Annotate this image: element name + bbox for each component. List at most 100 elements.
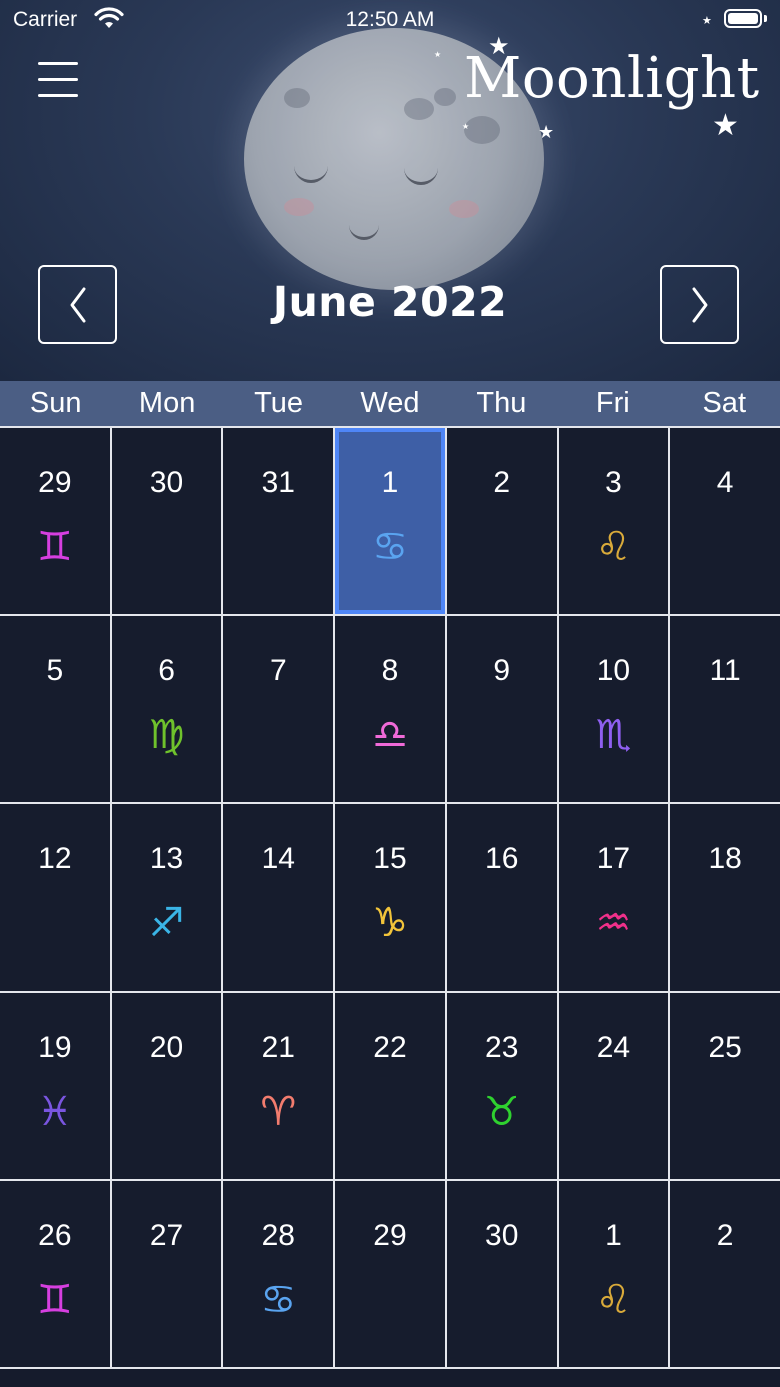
calendar-day-cell[interactable]: 30 [111, 428, 222, 615]
day-number: 7 [269, 654, 287, 688]
battery-icon [724, 9, 762, 28]
cancer-zodiac-icon: ♋ [260, 1276, 297, 1323]
calendar-day-cell[interactable]: 3 ♌ [558, 428, 669, 615]
day-number: 29 [373, 1218, 407, 1252]
weekday-header-row: Sun Mon Tue Wed Thu Fri Sat [0, 381, 780, 426]
day-number: 11 [709, 654, 741, 688]
calendar-day-cell[interactable]: 26 ♊ [0, 1180, 110, 1367]
day-number: 14 [261, 842, 295, 876]
weekday-label: Sun [29, 387, 82, 419]
day-number: 2 [716, 1218, 734, 1252]
calendar-day-cell[interactable]: 4 [670, 428, 780, 615]
day-number: 23 [485, 1030, 519, 1064]
day-number: 20 [149, 1030, 184, 1064]
pisces-zodiac-icon: ♓ [36, 1088, 73, 1135]
gemini-zodiac-icon: ♊ [36, 524, 73, 570]
day-number: 16 [485, 842, 519, 876]
calendar-day-cell[interactable]: 12 [0, 804, 110, 991]
capricorn-zodiac-icon: ♑ [372, 900, 408, 947]
weekday-label: Sat [702, 387, 746, 419]
calendar-day-cell[interactable]: 2 [670, 1180, 780, 1367]
calendar-day-cell[interactable]: 22 [335, 992, 445, 1179]
calendar-day-cell[interactable]: 19 ♓ [0, 992, 110, 1179]
calendar-day-cell[interactable]: 25 [670, 992, 780, 1179]
next-month-button[interactable] [660, 265, 739, 344]
day-number: 6 [158, 654, 175, 688]
star-icon: ★ [434, 50, 442, 59]
calendar-day-cell[interactable]: 1 ♌ [558, 1180, 669, 1367]
chevron-right-icon [692, 287, 707, 322]
day-number: 17 [596, 842, 631, 876]
star-icon: ★ [462, 122, 470, 131]
cancer-zodiac-icon: ♋ [372, 524, 408, 570]
day-number: 24 [596, 1030, 631, 1064]
day-number: 1 [605, 1218, 622, 1252]
weekday-label: Fri [595, 387, 630, 419]
calendar-day-cell[interactable]: 9 [446, 616, 557, 803]
clock: 12:50 AM [345, 8, 435, 31]
calendar-day-cell[interactable]: 13 ♐ [111, 804, 222, 991]
virgo-zodiac-icon: ♍ [148, 712, 185, 759]
day-number: 30 [485, 1218, 519, 1252]
status-bar: Carrier 12:50 AM [0, 0, 780, 40]
sagittarius-zodiac-icon: ♐ [148, 900, 185, 947]
calendar-day-cell[interactable]: 16 [446, 804, 557, 991]
calendar-day-cell[interactable]: 23 ♉ [446, 992, 557, 1179]
calendar-day-cell[interactable]: 1 ♋ [335, 428, 445, 615]
aquarius-zodiac-icon: ♒ [595, 900, 632, 947]
day-number: 31 [261, 466, 295, 499]
calendar-day-cell[interactable]: 29 [335, 1180, 445, 1367]
weekday-label: Wed [360, 387, 420, 419]
calendar-day-cell[interactable]: 15 ♑ [335, 804, 445, 991]
leo-zodiac-icon: ♌ [595, 1276, 632, 1323]
weekday-label: Mon [138, 387, 196, 419]
day-number: 1 [381, 466, 399, 499]
day-number: 18 [708, 842, 742, 876]
day-number: 9 [493, 654, 511, 688]
calendar-day-cell[interactable]: 7 [223, 616, 334, 803]
calendar-day-cell[interactable]: 6 ♍ [111, 616, 222, 803]
day-number: 25 [708, 1030, 742, 1064]
weekday-label: Tue [254, 387, 303, 419]
calendar-day-cell[interactable]: 5 [0, 616, 110, 803]
calendar-day-cell[interactable]: 18 [670, 804, 780, 991]
day-number: 19 [38, 1030, 72, 1064]
hamburger-menu-icon[interactable] [36, 58, 80, 100]
calendar-day-cell[interactable]: 14 [223, 804, 334, 991]
day-number: 28 [261, 1218, 295, 1252]
aries-zodiac-icon: ♈ [260, 1088, 297, 1135]
leo-zodiac-icon: ♌ [595, 524, 632, 570]
weekday-label: Thu [476, 387, 527, 419]
day-number: 27 [149, 1218, 184, 1252]
calendar-day-cell[interactable]: 17 ♒ [558, 804, 669, 991]
calendar-day-cell[interactable]: 10 ♏ [558, 616, 669, 803]
day-number: 10 [596, 654, 631, 688]
scorpio-zodiac-icon: ♏ [595, 712, 632, 759]
day-number: 26 [38, 1218, 72, 1252]
star-icon: ★ [538, 122, 555, 143]
day-number: 22 [373, 1030, 407, 1064]
calendar-day-cell[interactable]: 30 [446, 1180, 557, 1367]
calendar-day-cell[interactable]: 27 [111, 1180, 222, 1367]
calendar-day-cell[interactable]: 8 ♎ [335, 616, 445, 803]
taurus-zodiac-icon: ♉ [483, 1088, 520, 1135]
calendar-day-cell[interactable]: 28 ♋ [223, 1180, 334, 1367]
calendar-day-cell[interactable]: 31 [223, 428, 334, 615]
calendar-day-cell[interactable]: 21 ♈ [223, 992, 334, 1179]
day-number: 15 [373, 842, 407, 876]
calendar-day-cell[interactable]: 2 [446, 428, 557, 615]
calendar-day-cell[interactable]: 11 [670, 616, 780, 803]
calendar-day-cell[interactable]: 24 [558, 992, 669, 1179]
calendar-day-cell[interactable]: 20 [111, 992, 222, 1179]
calendar-grid: 29 ♊ 30 31 1 ♋ 2 3 ♌ 4 5 6 ♍ 7 8 ♎ 9 10 ♏ 11 12 13 ♐ 14 15 ♑ 16 17 ♒… [0, 426, 780, 1369]
day-number: 3 [605, 466, 622, 499]
calendar-day-cell[interactable]: 29 ♊ [0, 428, 110, 615]
day-number: 5 [46, 654, 64, 688]
app-title: Moonlight [464, 46, 760, 111]
day-number: 8 [381, 654, 399, 688]
day-number: 21 [261, 1030, 295, 1064]
day-number: 30 [149, 466, 184, 499]
day-number: 2 [493, 466, 511, 499]
libra-zodiac-icon: ♎ [372, 712, 408, 759]
day-number: 29 [38, 466, 72, 499]
